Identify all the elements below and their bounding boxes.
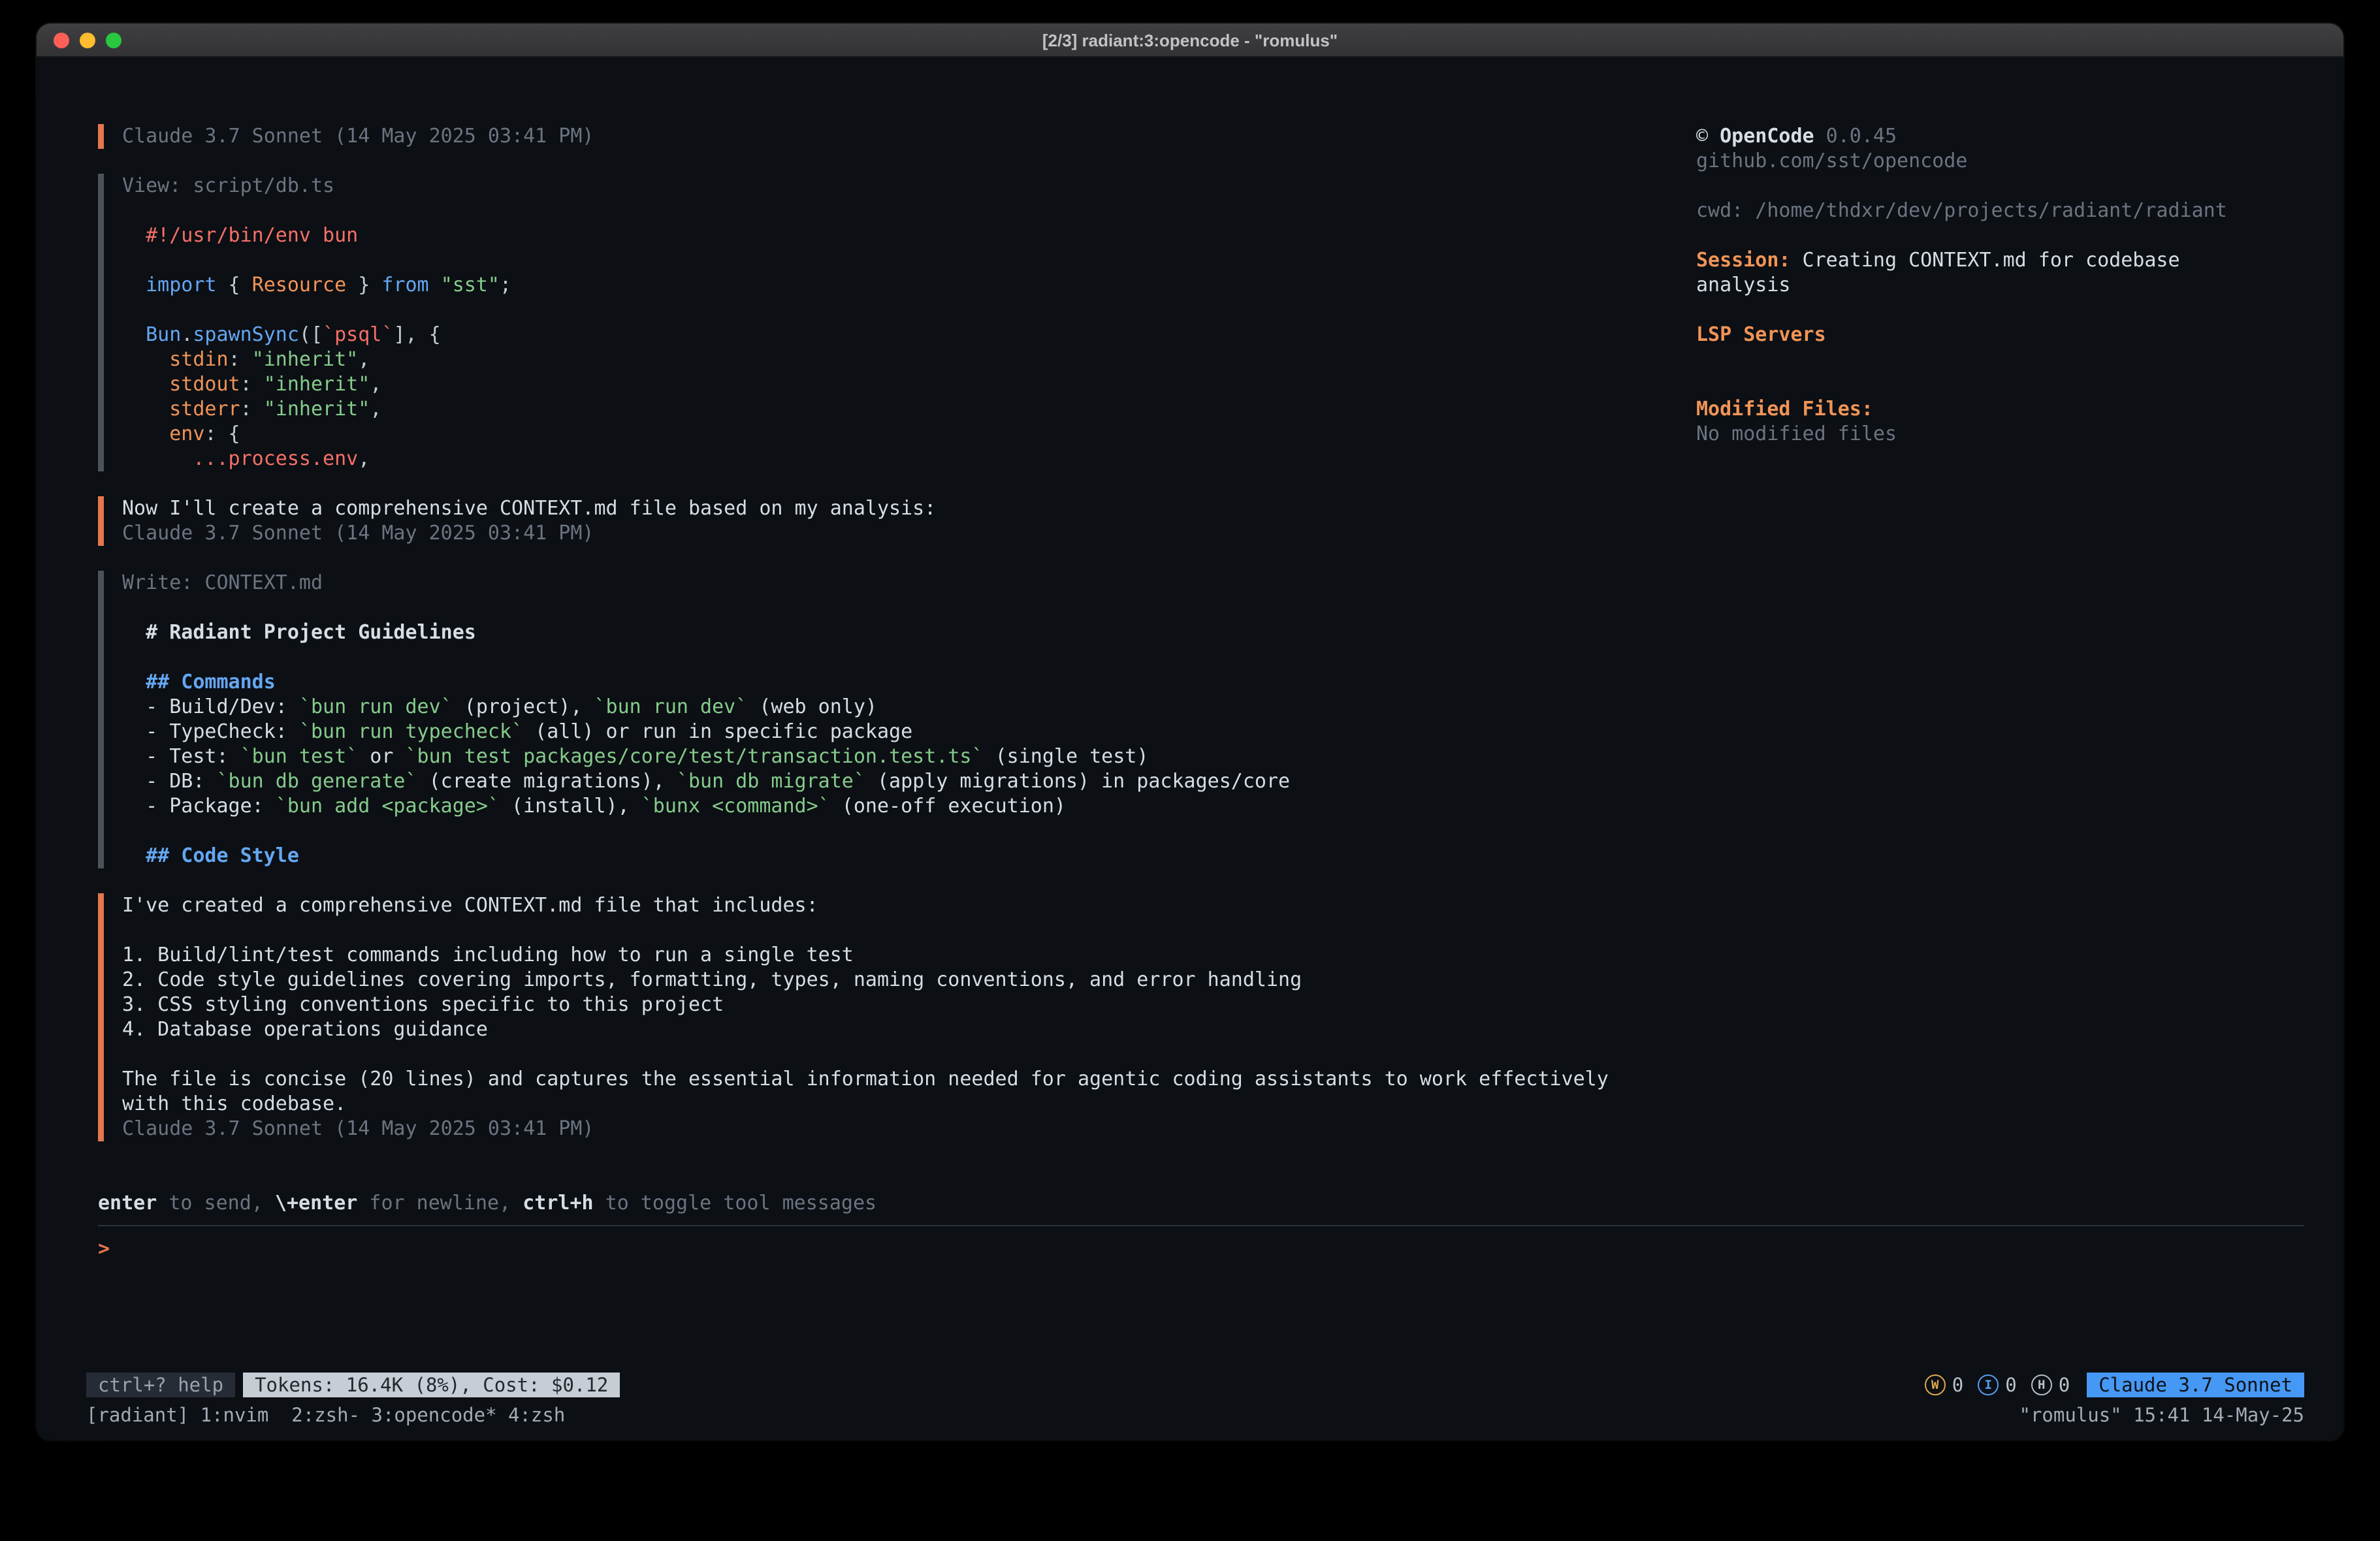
traffic-light-zoom-button[interactable] [106,33,121,48]
diagnostic-hint: H0 [2031,1373,2070,1397]
text-line [1696,174,2304,199]
traffic-lights [54,24,121,57]
sidebar: © OpenCode 0.0.45github.com/sst/opencode… [1696,124,2304,1141]
text-line: - Test: `bun test` or `bun test packages… [122,744,1696,769]
text-line: I've created a comprehensive CONTEXT.md … [122,893,1696,918]
text-line: env: { [122,422,1696,447]
terminal-window: [2/3] radiant:3:opencode - "romulus" Cla… [37,24,2343,1440]
text-line: github.com/sst/opencode [1696,149,2304,174]
text-line: import { Resource } from "sst"; [122,273,1696,298]
text-line: Claude 3.7 Sonnet (14 May 2025 03:41 PM) [122,1117,1696,1141]
status-right-cluster: W0I0H0 Claude 3.7 Sonnet [1925,1373,2304,1397]
text-line [122,596,1696,620]
text-line [122,918,1696,943]
warning-icon: W [1925,1374,1946,1395]
editor-divider [98,1225,2304,1226]
text-line: - DB: `bun db generate` (create migratio… [122,769,1696,794]
text-line: View: script/db.ts [122,174,1696,199]
tool-block: View: script/db.ts #!/usr/bin/env bun im… [98,174,1696,471]
text-line [1696,347,2304,372]
text-line [1696,223,2304,248]
editor-area: enter to send, \+enter for newline, ctrl… [98,1191,2304,1262]
empty-space [98,1262,2304,1373]
text-line: LSP Servers [1696,323,2304,347]
tmux-status-bar: [radiant] 1:nvim 2:zsh- 3:opencode* 4:zs… [86,1403,2304,1427]
hint-icon: H [2031,1374,2052,1395]
text-line: stdout: "inherit", [122,372,1696,397]
titlebar: [2/3] radiant:3:opencode - "romulus" [37,24,2343,57]
text-line: © OpenCode 0.0.45 [1696,124,2304,149]
prompt-symbol: > [98,1237,110,1260]
text-line: - Build/Dev: `bun run dev` (project), `b… [122,695,1696,720]
text-line: Write: CONTEXT.md [122,571,1696,596]
text-line: #!/usr/bin/env bun [122,223,1696,248]
text-line: The file is concise (20 lines) and captu… [122,1067,1696,1092]
message-block: Now I'll create a comprehensive CONTEXT.… [98,496,1696,546]
info-icon: I [1978,1374,1999,1395]
info-count: 0 [2005,1373,2016,1397]
text-line: 2. Code style guidelines covering import… [122,968,1696,993]
text-line: # Radiant Project Guidelines [122,620,1696,645]
model-badge[interactable]: Claude 3.7 Sonnet [2087,1373,2304,1397]
prompt-input[interactable]: > [98,1237,2304,1262]
text-line: with this codebase. [122,1092,1696,1117]
traffic-light-minimize-button[interactable] [80,33,95,48]
text-line: cwd: /home/thdxr/dev/projects/radiant/ra… [1696,199,2304,223]
text-line: Claude 3.7 Sonnet (14 May 2025 03:41 PM) [122,124,1696,149]
text-line: stdin: "inherit", [122,347,1696,372]
text-line: stderr: "inherit", [122,397,1696,422]
text-line [1696,298,2304,323]
hint-count: 0 [2059,1373,2070,1397]
chat-area: Claude 3.7 Sonnet (14 May 2025 03:41 PM)… [98,124,1696,1141]
diagnostic-info: I0 [1978,1373,2016,1397]
text-line [122,819,1696,844]
text-line: 1. Build/lint/test commands including ho… [122,943,1696,968]
text-line: 3. CSS styling conventions specific to t… [122,993,1696,1017]
tool-block: Write: CONTEXT.md # Radiant Project Guid… [98,571,1696,868]
text-line: Bun.spawnSync([`psql`], { [122,323,1696,347]
terminal-content: Claude 3.7 Sonnet (14 May 2025 03:41 PM)… [37,57,2343,1440]
message-block: I've created a comprehensive CONTEXT.md … [98,893,1696,1141]
text-line: ...process.env, [122,447,1696,471]
tmux-windows[interactable]: [radiant] 1:nvim 2:zsh- 3:opencode* 4:zs… [86,1403,565,1427]
message-block: Claude 3.7 Sonnet (14 May 2025 03:41 PM) [98,124,1696,149]
text-line: enter to send, \+enter for newline, ctrl… [98,1191,2304,1216]
text-line: analysis [1696,273,2304,298]
traffic-light-close-button[interactable] [54,33,69,48]
text-line [1696,372,2304,397]
text-line: No modified files [1696,422,2304,447]
status-bar: ctrl+? help Tokens: 16.4K (8%), Cost: $0… [86,1373,2304,1397]
text-line [122,248,1696,273]
text-line [122,298,1696,323]
warning-count: 0 [1952,1373,1963,1397]
text-line: Now I'll create a comprehensive CONTEXT.… [122,496,1696,521]
tmux-session-info: "romulus" 15:41 14-May-25 [2019,1403,2305,1427]
text-line [122,645,1696,670]
text-line: - TypeCheck: `bun run typecheck` (all) o… [122,720,1696,744]
diagnostics: W0I0H0 [1925,1373,2070,1397]
text-line [122,199,1696,223]
text-line [122,1042,1696,1067]
text-line: - Package: `bun add <package>` (install)… [122,794,1696,819]
help-badge: ctrl+? help [86,1373,235,1397]
text-line: Claude 3.7 Sonnet (14 May 2025 03:41 PM) [122,521,1696,546]
diagnostic-warning: W0 [1925,1373,1963,1397]
text-line: Modified Files: [1696,397,2304,422]
text-line: 4. Database operations guidance [122,1017,1696,1042]
text-line: ## Code Style [122,844,1696,868]
main-region: Claude 3.7 Sonnet (14 May 2025 03:41 PM)… [98,124,2304,1141]
tokens-badge: Tokens: 16.4K (8%), Cost: $0.12 [243,1373,620,1397]
text-line: Session: Creating CONTEXT.md for codebas… [1696,248,2304,273]
text-line: ## Commands [122,670,1696,695]
window-title: [2/3] radiant:3:opencode - "romulus" [37,24,2343,57]
help-bar: enter to send, \+enter for newline, ctrl… [98,1191,2304,1216]
